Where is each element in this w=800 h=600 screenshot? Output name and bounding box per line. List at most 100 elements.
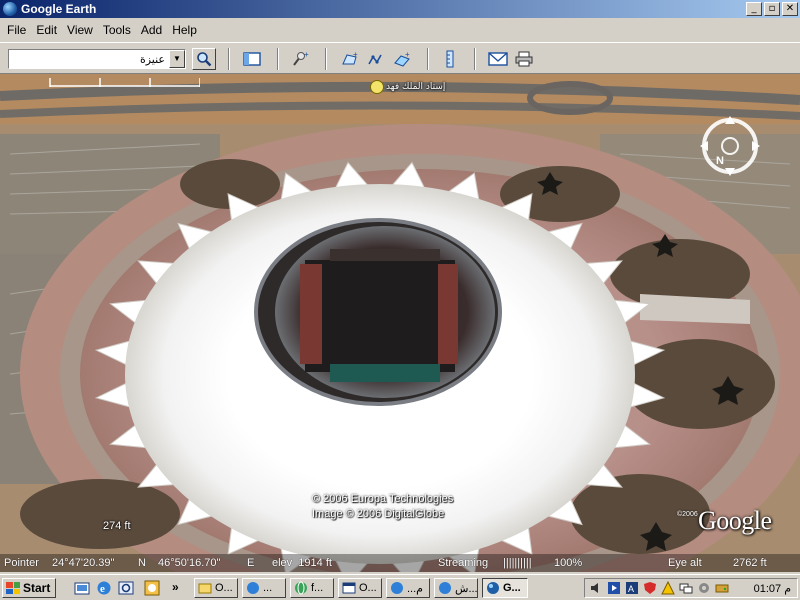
compass-icon: N — [700, 116, 760, 176]
toolbar-divider — [474, 48, 476, 70]
eye-altitude-label: Eye alt — [668, 557, 702, 569]
windows-logo-icon — [6, 582, 20, 594]
search-box: ▼ — [8, 49, 186, 69]
menu-file[interactable]: File — [2, 23, 31, 37]
scale-bar — [49, 78, 200, 87]
overlay-add-icon: + — [394, 51, 410, 67]
drive-icon[interactable] — [715, 581, 729, 595]
email-icon — [488, 52, 508, 66]
elevation-readout: elev 1914 ft — [272, 557, 332, 569]
add-overlay-button[interactable]: + — [390, 48, 414, 70]
system-clock: 01:07 م — [753, 583, 791, 595]
google-logo: Google — [698, 506, 772, 535]
window-title: Google Earth — [21, 2, 97, 16]
alert-icon[interactable] — [661, 581, 675, 595]
logo-year: ©2006 — [677, 511, 698, 518]
ie-icon — [439, 582, 451, 594]
search-input[interactable] — [9, 50, 169, 68]
shield-icon[interactable] — [643, 581, 657, 595]
add-placemark-button[interactable]: + — [288, 48, 312, 70]
toolbar-divider — [228, 48, 230, 70]
language-icon[interactable]: A — [625, 581, 639, 595]
toolbar-divider — [277, 48, 279, 70]
menu-tools[interactable]: Tools — [98, 23, 136, 37]
sidebar-icon — [243, 52, 261, 66]
svg-text:N: N — [716, 155, 724, 167]
title-bar: Google Earth _ ▫ ✕ — [0, 0, 800, 18]
task-button-1[interactable]: O... — [194, 578, 238, 598]
media-player-icon[interactable] — [607, 581, 621, 595]
print-icon — [515, 51, 533, 67]
ie-icon[interactable]: e — [96, 580, 112, 596]
network-icon[interactable] — [679, 581, 693, 595]
ie-icon — [247, 582, 259, 594]
polygon-add-icon: + — [342, 51, 358, 65]
eye-altitude-value: 2762 ft — [733, 557, 767, 569]
svg-text:A: A — [628, 584, 634, 594]
window-icon — [342, 582, 356, 594]
menu-bar: File Edit View Tools Add Help — [0, 20, 800, 40]
chevron-down-icon[interactable]: ▼ — [169, 50, 185, 68]
path-add-icon — [368, 54, 382, 65]
task-button-2[interactable]: ... — [242, 578, 286, 598]
pointer-longitude: 46°50'16.70" — [158, 557, 221, 569]
media-icon[interactable] — [144, 580, 160, 596]
search-button[interactable] — [192, 48, 216, 70]
placemark-label: إستاد الملك فهد — [386, 82, 446, 92]
ruler-button[interactable] — [438, 48, 462, 70]
google-earth-icon — [487, 582, 499, 594]
pointer-latitude: 24°47'20.39" — [52, 557, 115, 569]
system-tray: A 01:07 م — [584, 578, 798, 598]
menu-help[interactable]: Help — [167, 23, 202, 37]
start-label: Start — [23, 581, 51, 595]
ie-icon — [391, 582, 403, 594]
copyright-line-2: Image © 2006 DigitalGlobe — [312, 508, 445, 520]
svg-text:+: + — [405, 51, 410, 59]
task-button-4[interactable]: O... — [338, 578, 382, 598]
add-path-button[interactable] — [364, 48, 388, 70]
task-button-3[interactable]: f... — [290, 578, 334, 598]
task-button-5[interactable]: ...م — [386, 578, 430, 598]
minimize-button[interactable]: _ — [746, 2, 762, 16]
placemark[interactable]: إستاد الملك فهد — [370, 80, 445, 94]
longitude-hemisphere: E — [247, 557, 255, 569]
placemark-add-icon: + — [293, 51, 309, 66]
ruler-icon — [446, 50, 454, 68]
menu-edit[interactable]: Edit — [31, 23, 62, 37]
sidebar-toggle-button[interactable] — [240, 48, 264, 70]
task-button-google-earth[interactable]: G... — [482, 578, 528, 598]
close-button[interactable]: ✕ — [782, 2, 798, 16]
print-button[interactable] — [512, 48, 536, 70]
svg-text:+: + — [304, 51, 309, 59]
latitude-hemisphere: N — [138, 557, 146, 569]
task-button-6[interactable]: ش... — [434, 578, 478, 598]
imagery-copyright: © 2006 Europa Technologies Image © 2006 … — [312, 492, 453, 522]
start-button[interactable]: Start — [2, 578, 56, 598]
show-desktop-icon[interactable] — [74, 580, 90, 596]
taskbar: Start e » O... ... f... O... ...م ش... G… — [0, 574, 800, 600]
placemark-pin-icon — [370, 80, 384, 94]
outlook-icon[interactable] — [118, 580, 134, 596]
email-button[interactable] — [486, 48, 510, 70]
folder-icon — [198, 583, 212, 594]
globe-icon — [295, 581, 307, 595]
toolbar: ▼ + + + — [0, 42, 800, 74]
search-icon — [197, 52, 212, 67]
streaming-meter: |||||||||| — [503, 557, 532, 569]
tools-icon[interactable] — [697, 581, 711, 595]
svg-text:+: + — [353, 51, 358, 59]
toolbar-divider — [427, 48, 429, 70]
scale-label: 274 ft — [103, 520, 131, 532]
streaming-percent: 100% — [554, 557, 583, 569]
quicklaunch-chevron[interactable]: » — [172, 580, 179, 594]
google-earth-icon — [3, 2, 17, 16]
menu-view[interactable]: View — [62, 23, 98, 37]
map-viewport[interactable]: N إستاد الملك فهد © 2006 Europa Technolo… — [0, 74, 800, 572]
volume-icon[interactable] — [589, 581, 603, 595]
add-polygon-button[interactable]: + — [338, 48, 362, 70]
restore-button[interactable]: ▫ — [764, 2, 780, 16]
copyright-line-1: © 2006 Europa Technologies — [312, 493, 454, 505]
menu-add[interactable]: Add — [136, 23, 167, 37]
compass-control[interactable]: N — [698, 114, 762, 178]
view-status-bar: Pointer 24°47'20.39" N 46°50'16.70" E el… — [0, 554, 800, 572]
